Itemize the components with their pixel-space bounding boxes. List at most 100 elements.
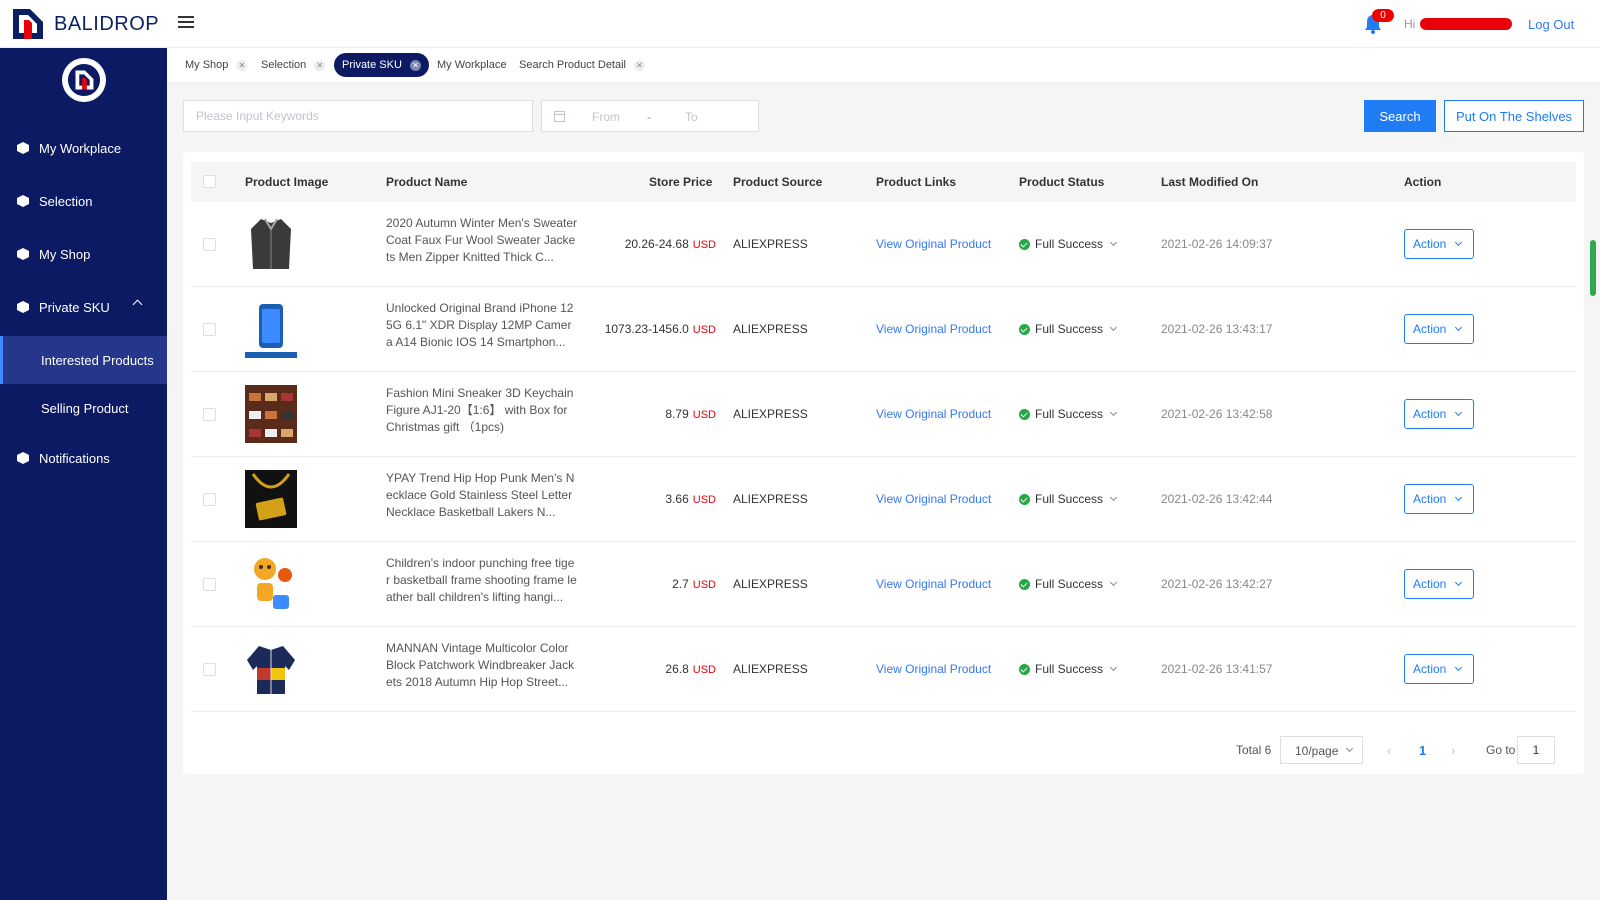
view-original-product-link[interactable]: View Original Product bbox=[876, 322, 991, 336]
product-image-sweater[interactable] bbox=[245, 215, 297, 273]
view-original-product-link[interactable]: View Original Product bbox=[876, 577, 991, 591]
chevron-down-icon bbox=[1109, 323, 1118, 332]
row-checkbox[interactable] bbox=[203, 323, 216, 336]
tab-my-shop[interactable]: My Shop ✕ bbox=[177, 53, 255, 77]
store-price: 20.26-24.68 USD bbox=[625, 237, 716, 251]
search-button[interactable]: Search bbox=[1364, 100, 1436, 132]
put-on-shelves-button[interactable]: Put On The Shelves bbox=[1444, 100, 1584, 132]
tab-label: My Workplace bbox=[437, 59, 507, 71]
product-status-dropdown[interactable]: Full Success bbox=[1019, 407, 1118, 421]
product-image-windbreaker[interactable] bbox=[245, 640, 297, 698]
sidebar-item-selection[interactable]: Selection bbox=[0, 177, 167, 225]
row-checkbox[interactable] bbox=[203, 238, 216, 251]
view-original-product-link[interactable]: View Original Product bbox=[876, 662, 991, 676]
cube-icon bbox=[17, 248, 29, 260]
action-dropdown-button[interactable]: Action bbox=[1404, 654, 1474, 684]
tab-my-workplace[interactable]: My Workplace bbox=[429, 53, 514, 77]
tab-private-sku[interactable]: Private SKU ✕ bbox=[334, 53, 429, 77]
status-label: Full Success bbox=[1035, 322, 1104, 336]
last-modified: 2021-02-26 13:42:58 bbox=[1161, 407, 1273, 421]
cube-icon bbox=[17, 452, 29, 464]
product-table-card: Product Image Product Name Store Price P… bbox=[183, 152, 1584, 774]
page-size-value: 10/page bbox=[1295, 744, 1339, 758]
sidebar-item-notifications[interactable]: Notifications bbox=[0, 434, 167, 482]
row-checkbox[interactable] bbox=[203, 408, 216, 421]
close-icon[interactable]: ✕ bbox=[314, 59, 326, 71]
close-icon[interactable]: ✕ bbox=[236, 59, 248, 71]
product-image-tiger-basketball[interactable] bbox=[245, 555, 297, 613]
last-modified: 2021-02-26 13:41:57 bbox=[1161, 662, 1273, 676]
date-to-placeholder: To bbox=[685, 110, 698, 124]
product-status-dropdown[interactable]: Full Success bbox=[1019, 662, 1118, 676]
close-icon[interactable]: ✕ bbox=[409, 59, 421, 71]
product-image-necklace[interactable] bbox=[245, 470, 297, 528]
page-number-1[interactable]: 1 bbox=[1419, 743, 1426, 758]
table-row: Fashion Mini Sneaker 3D Keychain Figure … bbox=[191, 372, 1576, 457]
product-image-iphone[interactable] bbox=[245, 300, 297, 358]
row-checkbox[interactable] bbox=[203, 578, 216, 591]
cube-icon bbox=[17, 301, 29, 313]
prev-page-button[interactable]: ‹ bbox=[1387, 743, 1391, 758]
greeting: Hi bbox=[1404, 17, 1416, 31]
action-dropdown-button[interactable]: Action bbox=[1404, 314, 1474, 344]
chevron-down-icon bbox=[1455, 578, 1463, 587]
price-value: 3.66 bbox=[665, 492, 689, 506]
date-range-picker[interactable]: From - To bbox=[541, 100, 759, 132]
date-separator: - bbox=[647, 110, 651, 124]
tab-selection[interactable]: Selection ✕ bbox=[253, 53, 333, 77]
sidebar-item-my-shop[interactable]: My Shop bbox=[0, 230, 167, 278]
sidebar-item-label: Notifications bbox=[39, 450, 110, 466]
user-avatar-icon bbox=[67, 63, 101, 97]
next-page-button[interactable]: › bbox=[1451, 743, 1455, 758]
menu-toggle-icon[interactable] bbox=[178, 16, 194, 30]
view-original-product-link[interactable]: View Original Product bbox=[876, 407, 991, 421]
sidebar-item-private-sku[interactable]: Private SKU bbox=[0, 283, 167, 331]
product-name: MANNAN Vintage Multicolor Color Block Pa… bbox=[386, 641, 575, 689]
tab-label: Private SKU bbox=[342, 59, 402, 71]
action-dropdown-button[interactable]: Action bbox=[1404, 229, 1474, 259]
store-price: 3.66 USD bbox=[665, 492, 716, 506]
status-label: Full Success bbox=[1035, 577, 1104, 591]
product-image-sneaker-keychain[interactable] bbox=[245, 385, 297, 443]
view-original-product-link[interactable]: View Original Product bbox=[876, 237, 991, 251]
scrollbar-thumb[interactable] bbox=[1590, 240, 1596, 296]
balidrop-logo-icon bbox=[13, 9, 43, 39]
action-dropdown-button[interactable]: Action bbox=[1404, 484, 1474, 514]
product-name: Unlocked Original Brand iPhone 12 5G 6.1… bbox=[386, 301, 574, 349]
product-status-dropdown[interactable]: Full Success bbox=[1019, 237, 1118, 251]
check-circle-icon bbox=[1019, 323, 1030, 335]
close-icon[interactable]: ✕ bbox=[634, 59, 645, 71]
action-label: Action bbox=[1413, 237, 1447, 251]
sidebar-item-interested-products[interactable]: Interested Products bbox=[0, 336, 167, 384]
action-dropdown-button[interactable]: Action bbox=[1404, 569, 1474, 599]
goto-page-input[interactable] bbox=[1517, 736, 1555, 764]
total-count: Total 6 bbox=[1236, 743, 1272, 757]
sidebar-item-my-workplace[interactable]: My Workplace bbox=[0, 124, 167, 172]
row-checkbox[interactable] bbox=[203, 493, 216, 506]
row-checkbox[interactable] bbox=[203, 663, 216, 676]
check-circle-icon bbox=[1019, 663, 1030, 675]
brand-logo[interactable]: BALIDROP bbox=[10, 6, 159, 42]
tab-search-product-detail[interactable]: Search Product Detail ✕ bbox=[511, 53, 653, 77]
chevron-down-icon bbox=[1109, 408, 1118, 417]
page-size-select[interactable]: 10/page bbox=[1280, 736, 1363, 764]
product-name: Fashion Mini Sneaker 3D Keychain Figure … bbox=[386, 386, 574, 434]
view-original-product-link[interactable]: View Original Product bbox=[876, 492, 991, 506]
brand-name: BALIDROP bbox=[54, 12, 160, 35]
price-currency: USD bbox=[692, 579, 716, 591]
sidebar-item-label: Selection bbox=[39, 193, 93, 209]
logout-link[interactable]: Log Out bbox=[1528, 17, 1574, 32]
select-all-checkbox[interactable] bbox=[203, 175, 216, 188]
price-value: 1073.23-1456.0 bbox=[604, 322, 689, 336]
price-value: 2.7 bbox=[672, 577, 689, 591]
keyword-search-input[interactable] bbox=[183, 100, 533, 132]
sidebar-item-selling-product[interactable]: Selling Product bbox=[0, 384, 167, 432]
product-status-dropdown[interactable]: Full Success bbox=[1019, 322, 1118, 336]
chevron-up-icon bbox=[132, 299, 143, 310]
action-label: Action bbox=[1413, 407, 1447, 421]
chevron-down-icon bbox=[1109, 238, 1118, 247]
product-status-dropdown[interactable]: Full Success bbox=[1019, 577, 1118, 591]
avatar[interactable] bbox=[62, 58, 106, 102]
product-status-dropdown[interactable]: Full Success bbox=[1019, 492, 1118, 506]
action-dropdown-button[interactable]: Action bbox=[1404, 399, 1474, 429]
